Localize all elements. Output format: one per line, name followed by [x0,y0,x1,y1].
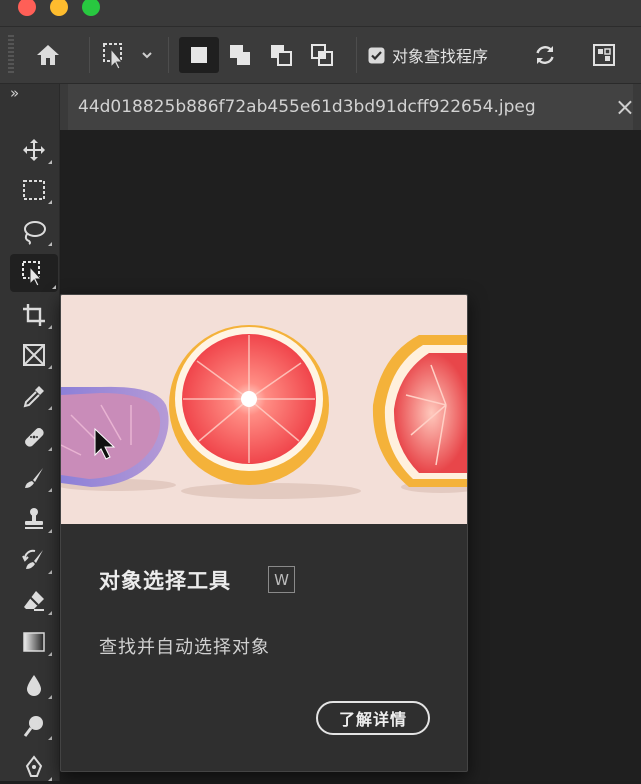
options-separator [168,37,169,73]
tools-panel: » [0,84,60,781]
tool-tooltip-popup: 对象选择工具 W 查找并自动选择对象 了解详情 [60,294,468,772]
crop-tool[interactable] [14,298,54,332]
subtract-from-selection-icon [271,45,292,66]
new-selection-icon [191,47,207,63]
history-brush-tool[interactable] [14,543,54,577]
options-bar: 对象查找程序 [0,26,641,84]
options-separator [89,37,90,73]
close-window-button[interactable] [18,0,36,16]
object-finder-toggle[interactable]: 对象查找程序 [368,37,508,73]
move-tool-icon [23,139,45,161]
eraser-tool-icon [24,591,44,611]
blur-tool-icon [27,675,41,696]
add-to-selection-button[interactable] [220,37,260,73]
options-bar-grip[interactable] [8,35,14,75]
gradient-tool-icon [23,632,45,652]
object-selection-tool[interactable] [10,254,58,292]
object-finder-label: 对象查找程序 [392,47,489,66]
blur-tool[interactable] [14,668,54,702]
tool-preset-picker[interactable] [98,37,158,73]
healing-brush-tool[interactable] [14,420,54,454]
clone-stamp-tool-icon [25,508,43,529]
new-selection-button[interactable] [179,37,219,73]
maximize-window-button[interactable] [82,0,100,16]
brush-tool-icon [25,468,43,488]
frame-tool-icon [23,344,45,366]
brush-tool[interactable] [14,461,54,495]
dodge-tool[interactable] [14,709,54,743]
move-tool[interactable] [14,133,54,167]
eyedropper-tool-icon [23,386,44,408]
checkbox-checked-icon[interactable] [368,47,385,64]
tooltip-title: 对象选择工具 [99,569,231,593]
object-selection-preset-icon [103,43,152,70]
eraser-tool[interactable] [14,584,54,618]
lasso-tool-icon [24,221,46,245]
options-separator [356,37,357,73]
history-brush-tool-icon [22,549,43,569]
tooltip-shortcut-key: W [268,566,295,593]
panel-collapse-button[interactable]: » [10,84,19,102]
refresh-icon [536,46,554,64]
intersect-selection-icon [311,44,333,66]
tooltip-preview-image [61,295,467,524]
document-tab[interactable]: 44d018825b886f72ab455e61d3bd91dcff922654… [68,84,635,130]
show-all-objects-button[interactable] [584,37,624,73]
eyedropper-tool[interactable] [14,379,54,413]
refresh-object-finder-button[interactable] [525,37,565,73]
window-title-bar [0,0,641,26]
document-tab-bar: 44d018825b886f72ab455e61d3bd91dcff922654… [60,84,641,130]
frame-tool[interactable] [14,338,54,372]
grapefruit-illustration [61,325,467,499]
marquee-tool-icon [23,180,45,200]
minimize-window-button[interactable] [50,0,68,16]
show-all-objects-icon [593,44,615,66]
clone-stamp-tool[interactable] [14,502,54,536]
pen-tool[interactable] [14,750,54,784]
close-tab-button[interactable]: × [615,93,635,121]
crop-tool-icon [23,304,45,326]
tooltip-description: 查找并自动选择对象 [99,637,270,658]
learn-more-button[interactable]: 了解详情 [316,701,430,735]
add-to-selection-icon [230,45,250,65]
object-selection-tool-icon [22,261,43,287]
marquee-tool[interactable] [14,173,54,207]
document-filename: 44d018825b886f72ab455e61d3bd91dcff922654… [78,97,536,117]
dodge-tool-icon [23,716,43,737]
pen-tool-icon [25,755,43,777]
gradient-tool[interactable] [14,625,54,659]
home-icon [37,45,59,65]
healing-brush-tool-icon [25,428,44,447]
subtract-from-selection-button[interactable] [261,37,301,73]
lasso-tool[interactable] [14,215,54,249]
intersect-selection-button[interactable] [302,37,342,73]
home-button[interactable] [30,37,66,73]
